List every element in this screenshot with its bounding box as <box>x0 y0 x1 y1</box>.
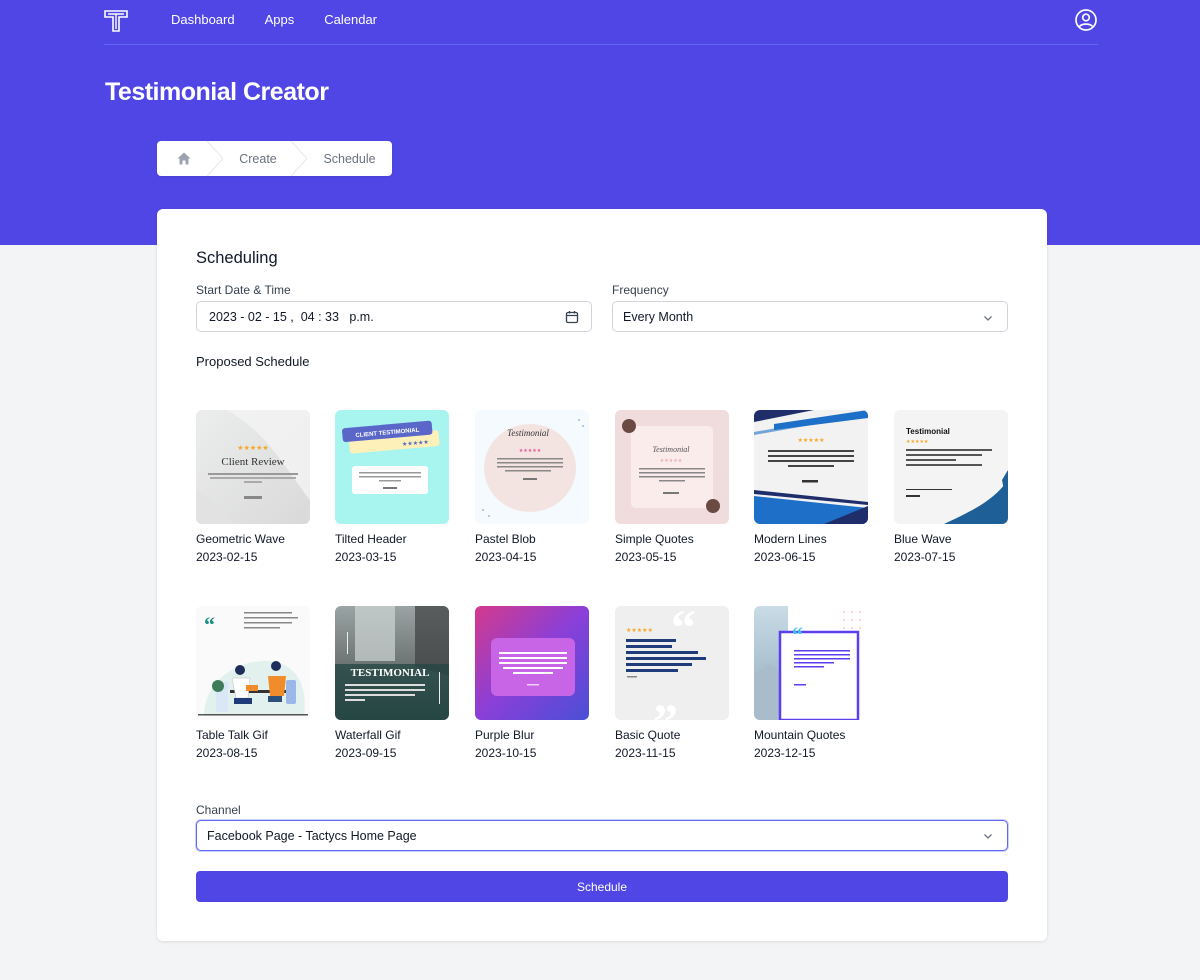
svg-text:★★★★★: ★★★★★ <box>519 448 542 454</box>
schedule-date: 2023-12-15 <box>754 746 816 760</box>
schedule-date: 2023-09-15 <box>335 746 397 760</box>
template-name: Mountain Quotes <box>754 728 846 742</box>
template-name: Waterfall Gif <box>335 728 401 742</box>
schedule-date: 2023-05-15 <box>615 550 677 564</box>
thumb-text: Testimonial <box>507 428 549 438</box>
schedule-date: 2023-06-15 <box>754 550 816 564</box>
start-datetime-label: Start Date & Time <box>196 283 291 297</box>
svg-text:“: “ <box>204 612 215 637</box>
svg-text:“: “ <box>671 606 696 655</box>
template-name: Geometric Wave <box>196 532 285 546</box>
nav-dashboard[interactable]: Dashboard <box>171 12 235 27</box>
svg-text:★★★★★: ★★★★★ <box>237 444 268 452</box>
template-name: Pastel Blob <box>475 532 536 546</box>
svg-text:★★★★★: ★★★★★ <box>626 627 653 634</box>
template-name: Blue Wave <box>894 532 952 546</box>
template-thumbnail-modern-lines: ★★★★★ <box>754 410 868 524</box>
start-datetime-value: 2023 - 02 - 15 , 04 : 33 p.m. <box>209 309 374 324</box>
schedule-item[interactable]: ★★★★★ Modern Lines 2023-06-15 <box>754 410 868 564</box>
start-datetime-input[interactable]: 2023 - 02 - 15 , 04 : 33 p.m. <box>196 301 592 332</box>
schedule-date: 2023-07-15 <box>894 550 956 564</box>
frequency-label: Frequency <box>612 283 669 297</box>
breadcrumb-home[interactable] <box>157 141 209 176</box>
schedule-date: 2023-03-15 <box>335 550 397 564</box>
svg-text:★★★★★: ★★★★★ <box>798 437 825 444</box>
user-profile-icon[interactable] <box>1074 8 1098 32</box>
nav-apps[interactable]: Apps <box>265 12 295 27</box>
channel-select[interactable]: Facebook Page - Tactycs Home Page <box>196 820 1008 851</box>
schedule-item[interactable]: Testimonial ★★★★★ Simple Quotes 2023-05-… <box>615 410 729 564</box>
svg-text:★★★★★: ★★★★★ <box>906 439 929 445</box>
schedule-item[interactable]: “ Table Talk Gif 2023-08-15 <box>196 606 310 760</box>
schedule-button[interactable]: Schedule <box>196 871 1008 902</box>
schedule-item[interactable]: “ Mountain Quotes 2023-12-15 <box>754 606 868 760</box>
template-thumbnail-pastel-blob: Testimonial ★★★★★ <box>475 410 589 524</box>
template-name: Table Talk Gif <box>196 728 268 742</box>
thumb-text: Client Review <box>221 456 284 468</box>
calendar-icon[interactable] <box>565 310 579 324</box>
scheduling-card: Scheduling Start Date & Time 2023 - 02 -… <box>157 209 1047 941</box>
logo-icon[interactable] <box>104 9 128 33</box>
schedule-date: 2023-11-15 <box>615 746 676 760</box>
frequency-select[interactable]: Every Month <box>612 301 1008 332</box>
schedule-item[interactable]: “ ” ★★★★★ Basic Quote 2023-11-15 <box>615 606 729 760</box>
schedule-date: 2023-10-15 <box>475 746 537 760</box>
template-name: Purple Blur <box>475 728 535 742</box>
thumb-text: Testimonial <box>652 445 690 454</box>
template-name: Tilted Header <box>335 532 407 546</box>
nav-calendar[interactable]: Calendar <box>324 12 377 27</box>
svg-text:★★★★★: ★★★★★ <box>660 458 683 464</box>
template-thumbnail-waterfall-gif: TESTIMONIAL <box>335 606 449 720</box>
schedule-item[interactable]: TESTIMONIAL Waterfall Gif 2023-09-15 <box>335 606 449 760</box>
template-thumbnail-basic-quote: “ ” ★★★★★ <box>615 606 729 720</box>
breadcrumb: Create Schedule <box>157 141 392 176</box>
home-icon <box>177 152 191 165</box>
template-thumbnail-tilted-header: CLIENT TESTIMONIAL ★★★★★ <box>335 410 449 524</box>
schedule-date: 2023-04-15 <box>475 550 537 564</box>
schedule-item[interactable]: Testimonial ★★★★★ Blue Wave 2023-07-15 <box>894 410 1008 564</box>
channel-value: Facebook Page - Tactycs Home Page <box>207 828 417 843</box>
chevron-down-icon <box>984 316 992 321</box>
schedule-item[interactable]: ★★★★★ Client Review Geometric Wave 2023-… <box>196 410 310 564</box>
thumb-text: TESTIMONIAL <box>351 667 430 679</box>
template-thumbnail-mountain-quotes: “ <box>754 606 868 720</box>
template-thumbnail-geometric-wave: ★★★★★ Client Review <box>196 410 310 524</box>
template-thumbnail-purple-blur <box>475 606 589 720</box>
channel-label: Channel <box>196 803 241 817</box>
breadcrumb-schedule[interactable]: Schedule <box>293 141 392 176</box>
page-title: Testimonial Creator <box>105 78 329 106</box>
template-name: Modern Lines <box>754 532 827 546</box>
template-thumbnail-table-talk-gif: “ <box>196 606 310 720</box>
schedule-date: 2023-08-15 <box>196 746 258 760</box>
schedule-item[interactable]: Testimonial ★★★★★ Pastel Blob 2023-04-15 <box>475 410 589 564</box>
template-name: Simple Quotes <box>615 532 694 546</box>
template-name: Basic Quote <box>615 728 681 742</box>
chevron-down-icon <box>984 834 992 839</box>
breadcrumb-create[interactable]: Create <box>209 141 293 176</box>
svg-text:“: “ <box>792 622 803 647</box>
thumb-text: Testimonial <box>906 427 950 436</box>
template-thumbnail-blue-wave: Testimonial ★★★★★ <box>894 410 1008 524</box>
template-thumbnail-simple-quotes: Testimonial ★★★★★ <box>615 410 729 524</box>
frequency-value: Every Month <box>623 309 694 324</box>
proposed-schedule-title: Proposed Schedule <box>196 354 310 369</box>
schedule-item[interactable]: Purple Blur 2023-10-15 <box>475 606 589 760</box>
top-nav: Dashboard Apps Calendar <box>104 0 1098 45</box>
schedule-date: 2023-02-15 <box>196 550 258 564</box>
schedule-item[interactable]: CLIENT TESTIMONIAL ★★★★★ Tilted Header 2… <box>335 410 449 564</box>
svg-text:”: ” <box>653 693 678 720</box>
section-title: Scheduling <box>196 249 278 267</box>
